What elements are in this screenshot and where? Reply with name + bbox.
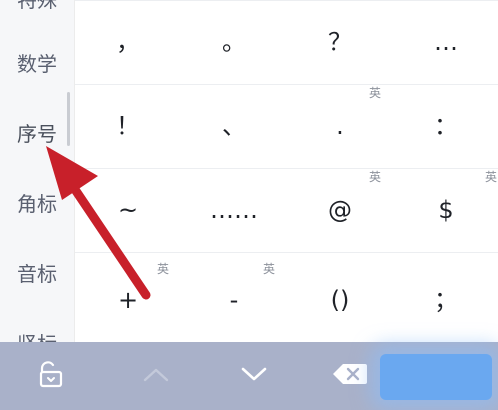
symbol-key-label: ； xyxy=(434,286,458,314)
symbol-key[interactable]: 。 xyxy=(181,0,287,84)
symbol-key[interactable]: 英 $ xyxy=(393,168,498,252)
symbol-key[interactable]: ， xyxy=(75,0,181,84)
symbol-key-label: + xyxy=(117,286,139,314)
sidebar-item-special[interactable]: 特殊 xyxy=(0,0,74,12)
symbol-key[interactable]: ？ xyxy=(287,0,393,84)
symbol-key-label: $ xyxy=(438,196,454,224)
symbol-key-label: 。 xyxy=(222,28,246,56)
symbol-key[interactable]: () xyxy=(287,252,393,336)
symbol-key-label: () xyxy=(330,286,350,314)
chevron-down-icon xyxy=(240,365,268,387)
symbol-key[interactable]: ： xyxy=(393,84,498,168)
lock-button[interactable] xyxy=(22,354,78,398)
symbol-key[interactable]: ； xyxy=(393,252,498,336)
sidebar-scrollbar[interactable] xyxy=(67,92,70,146)
symbol-key[interactable]: 英 @ xyxy=(287,168,393,252)
symbol-key-label: @ xyxy=(328,196,352,224)
backspace-button[interactable] xyxy=(322,354,378,398)
symbol-keyboard-panel: 特殊 数学 序号 角标 音标 竖标 ， 。 ？ … ！ 、 xyxy=(0,0,498,410)
symbol-key-label: 、 xyxy=(222,112,246,140)
sidebar-item-serial-number[interactable]: 序号 xyxy=(0,122,74,146)
symbol-key-label: ： xyxy=(434,112,458,140)
symbol-category-sidebar: 特殊 数学 序号 角标 音标 竖标 xyxy=(0,0,75,356)
confirm-button[interactable] xyxy=(380,354,492,400)
symbol-key-label: …… xyxy=(210,196,258,224)
symbol-key-label: . xyxy=(336,112,344,140)
lock-icon xyxy=(35,360,65,392)
sidebar-item-superscript[interactable]: 角标 xyxy=(0,192,74,216)
scroll-up-button[interactable] xyxy=(128,354,184,398)
symbol-key[interactable]: 英 + xyxy=(75,252,181,336)
symbol-key[interactable]: 英 . xyxy=(287,84,393,168)
symbol-grid: ， 。 ？ … ！ 、 英 . ： ~ …… 英 @ 英 $ 英 + 英 - (… xyxy=(75,0,498,342)
symbol-key-label: ~ xyxy=(117,196,139,224)
symbol-key-label: ？ xyxy=(328,28,352,56)
symbol-key[interactable]: ！ xyxy=(75,84,181,168)
sidebar-item-phonetic[interactable]: 音标 xyxy=(0,262,74,286)
scroll-down-button[interactable] xyxy=(226,354,282,398)
symbol-key[interactable]: ~ xyxy=(75,168,181,252)
symbol-key-label: - xyxy=(229,286,239,314)
keyboard-toolbar xyxy=(0,342,498,410)
symbol-key-label: ， xyxy=(116,28,140,56)
symbol-key[interactable]: … xyxy=(393,0,498,84)
symbol-key[interactable]: 英 - xyxy=(181,252,287,336)
symbol-key-label: ！ xyxy=(116,112,140,140)
backspace-icon xyxy=(331,361,369,391)
symbol-key[interactable]: 、 xyxy=(181,84,287,168)
sidebar-item-math[interactable]: 数学 xyxy=(0,52,74,76)
chevron-up-icon xyxy=(142,365,170,387)
symbol-key[interactable]: …… xyxy=(181,168,287,252)
symbol-key-label: … xyxy=(434,28,458,56)
